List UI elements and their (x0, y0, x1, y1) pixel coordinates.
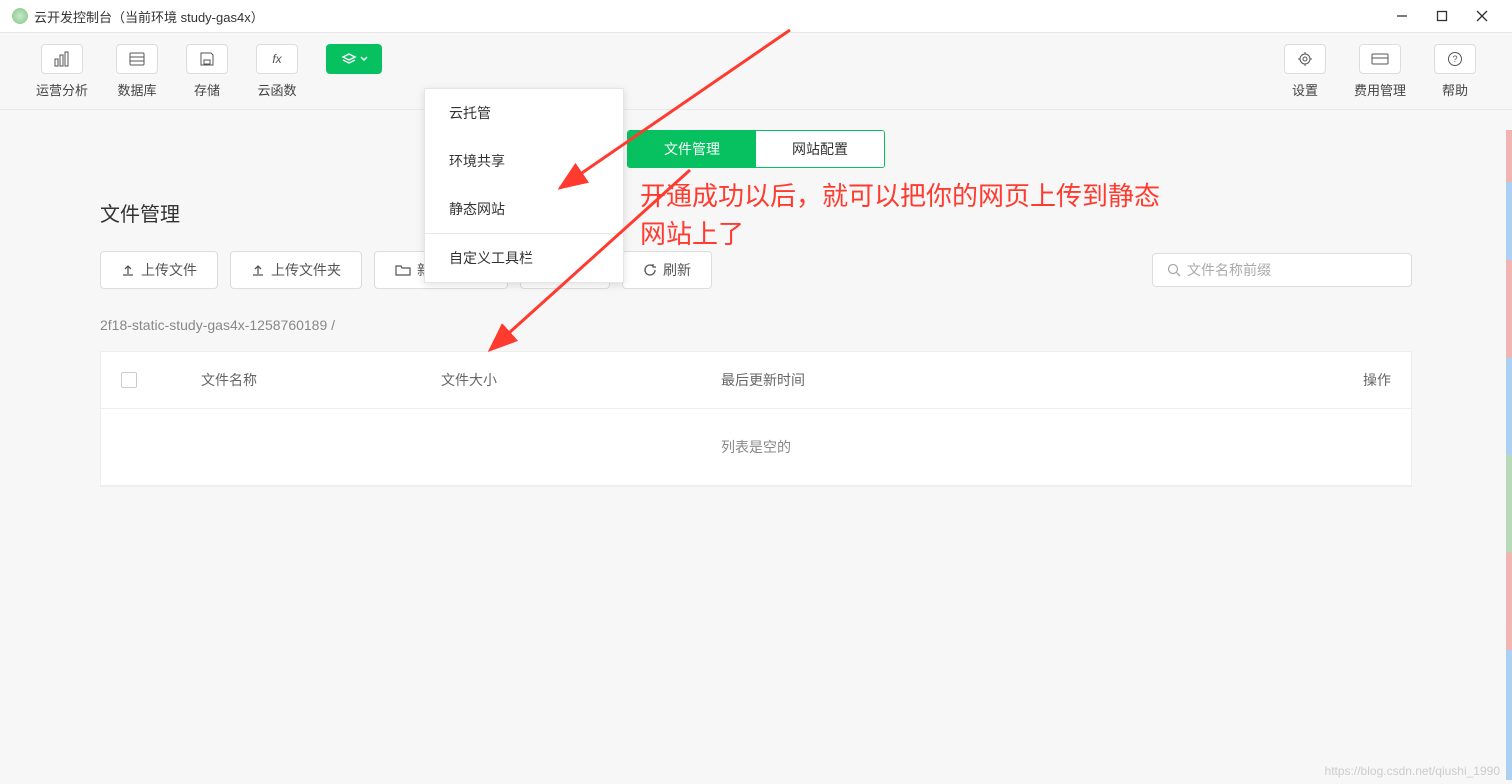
folder-plus-icon (395, 263, 411, 277)
app-icon (12, 8, 28, 24)
nav-help[interactable]: ? 帮助 (1434, 44, 1476, 99)
upload-icon (251, 263, 265, 277)
nav-more-dropdown-trigger[interactable] (326, 44, 382, 74)
file-table: 文件名称 文件大小 最后更新时间 操作 列表是空的 (100, 351, 1412, 487)
nav-billing[interactable]: 费用管理 (1354, 44, 1406, 99)
dropdown-item-cloud-hosting[interactable]: 云托管 (425, 89, 623, 137)
nav-storage[interactable]: 存储 (186, 44, 228, 99)
svg-text:?: ? (1452, 54, 1457, 64)
tab-website-config[interactable]: 网站配置 (756, 131, 884, 167)
layers-icon (341, 52, 357, 66)
window-title: 云开发控制台（当前环境 study-gas4x） (34, 7, 264, 26)
column-filename: 文件名称 (161, 370, 441, 390)
refresh-button[interactable]: 刷新 (622, 251, 712, 289)
column-updated: 最后更新时间 (721, 370, 1331, 390)
card-icon (1359, 44, 1401, 74)
save-icon (186, 44, 228, 74)
nav-analytics[interactable]: 运营分析 (36, 44, 88, 99)
more-dropdown-menu: 云托管 环境共享 静态网站 自定义工具栏 (424, 88, 624, 283)
chevron-down-icon (360, 56, 368, 62)
dropdown-item-customize-toolbar[interactable]: 自定义工具栏 (425, 234, 623, 282)
help-icon: ? (1434, 44, 1476, 74)
refresh-icon (643, 263, 657, 277)
watermark: https://blog.csdn.net/qiushi_1990 (1325, 764, 1500, 778)
nav-cloud-function[interactable]: fx 云函数 (256, 44, 298, 99)
sub-tabs: 文件管理 网站配置 (627, 130, 885, 168)
upload-icon (121, 263, 135, 277)
page-title: 文件管理 (0, 180, 1512, 251)
search-input[interactable] (1187, 262, 1397, 278)
maximize-button[interactable] (1436, 10, 1448, 22)
content-area: 文件管理 网站配置 文件管理 上传文件 上传文件夹 新建文件夹 删除 刷新 (0, 110, 1512, 784)
column-action: 操作 (1331, 370, 1391, 390)
upload-file-button[interactable]: 上传文件 (100, 251, 218, 289)
close-button[interactable] (1476, 10, 1488, 22)
minimize-button[interactable] (1396, 10, 1408, 22)
column-filesize: 文件大小 (441, 370, 721, 390)
toolbar: 运营分析 数据库 存储 fx 云函数 设置 费用管理 (0, 32, 1512, 110)
tab-file-management[interactable]: 文件管理 (628, 131, 756, 167)
upload-folder-button[interactable]: 上传文件夹 (230, 251, 362, 289)
empty-state: 列表是空的 (101, 409, 1411, 486)
dropdown-item-static-site[interactable]: 静态网站 (425, 185, 623, 233)
gear-icon (1284, 44, 1326, 74)
search-icon (1167, 263, 1181, 277)
breadcrumb[interactable]: 2f18-static-study-gas4x-1258760189 / (0, 307, 1512, 351)
search-box[interactable] (1152, 253, 1412, 287)
nav-database[interactable]: 数据库 (116, 44, 158, 99)
bar-chart-icon (41, 44, 83, 74)
fx-icon: fx (256, 44, 298, 74)
edge-decoration (1506, 130, 1512, 780)
nav-settings[interactable]: 设置 (1284, 44, 1326, 99)
database-icon (116, 44, 158, 74)
titlebar: 云开发控制台（当前环境 study-gas4x） (0, 0, 1512, 32)
select-all-checkbox[interactable] (121, 372, 137, 388)
dropdown-item-env-share[interactable]: 环境共享 (425, 137, 623, 185)
